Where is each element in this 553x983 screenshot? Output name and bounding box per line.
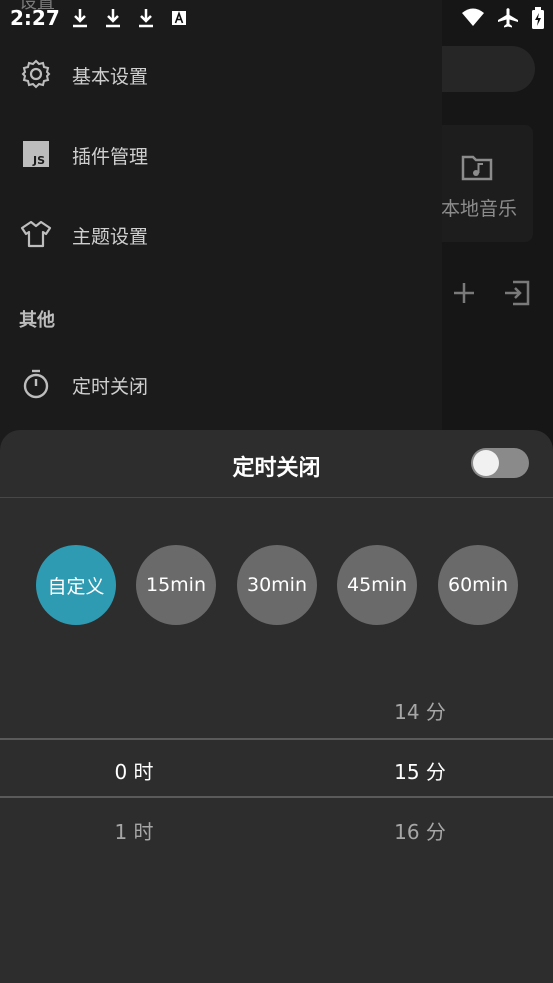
preset-45min[interactable]: 45min — [337, 545, 417, 625]
sleep-timer-toggle[interactable] — [471, 448, 529, 478]
menu-label-sleep-timer: 定时关闭 — [72, 376, 149, 398]
preset-60min[interactable]: 60min — [438, 545, 518, 625]
wifi-icon — [462, 8, 484, 26]
local-music-label: 本地音乐 — [441, 198, 518, 220]
music-folder-icon — [461, 155, 493, 181]
sleep-timer-sheet: 定时关闭 自定义 15min 30min 45min 60min 14 分 0 … — [0, 430, 553, 983]
picker-bottom-line — [0, 796, 553, 798]
menu-item-basic-settings[interactable]: 基本设置 — [0, 44, 442, 104]
preset-custom[interactable]: 自定义 — [36, 545, 116, 625]
menu-item-sleep-timer[interactable]: 定时关闭 — [0, 354, 442, 414]
picker-top-line — [0, 738, 553, 740]
menu-label-basic-settings: 基本设置 — [72, 66, 149, 88]
battery-charging-icon — [532, 7, 544, 29]
sheet-title: 定时关闭 — [232, 456, 321, 481]
toggle-knob — [473, 450, 499, 476]
js-icon: JS — [23, 141, 49, 167]
gear-icon — [21, 59, 51, 89]
divider — [0, 497, 553, 498]
airplane-icon — [498, 8, 518, 28]
svg-text:JS: JS — [32, 154, 45, 167]
plus-icon[interactable] — [451, 280, 477, 306]
status-left-icons — [70, 8, 189, 28]
drawer-section-other: 其他 — [19, 310, 55, 331]
menu-item-theme-settings[interactable]: 主题设置 — [0, 204, 442, 264]
menu-label-theme-settings: 主题设置 — [72, 226, 149, 248]
import-icon[interactable] — [503, 279, 531, 307]
status-time: 2:27 — [10, 6, 60, 30]
download-icon — [73, 9, 87, 28]
timer-icon — [23, 369, 49, 399]
minute-next[interactable]: 16 分 — [360, 816, 480, 845]
hour-current[interactable]: 0 时 — [74, 756, 194, 785]
minute-current[interactable]: 15 分 — [360, 756, 480, 785]
hour-next[interactable]: 1 时 — [74, 816, 194, 845]
preset-15min[interactable]: 15min — [136, 545, 216, 625]
minute-prev[interactable]: 14 分 — [360, 696, 480, 725]
shirt-icon — [20, 220, 52, 248]
status-right-icons — [461, 7, 545, 29]
status-bar: 2:27 — [0, 0, 553, 36]
menu-label-plugin-management: 插件管理 — [72, 146, 149, 168]
download-icon — [139, 9, 153, 28]
preset-30min[interactable]: 30min — [237, 545, 317, 625]
menu-item-plugin-management[interactable]: JS 插件管理 — [0, 124, 442, 184]
download-icon — [106, 9, 120, 28]
font-icon — [172, 11, 186, 25]
